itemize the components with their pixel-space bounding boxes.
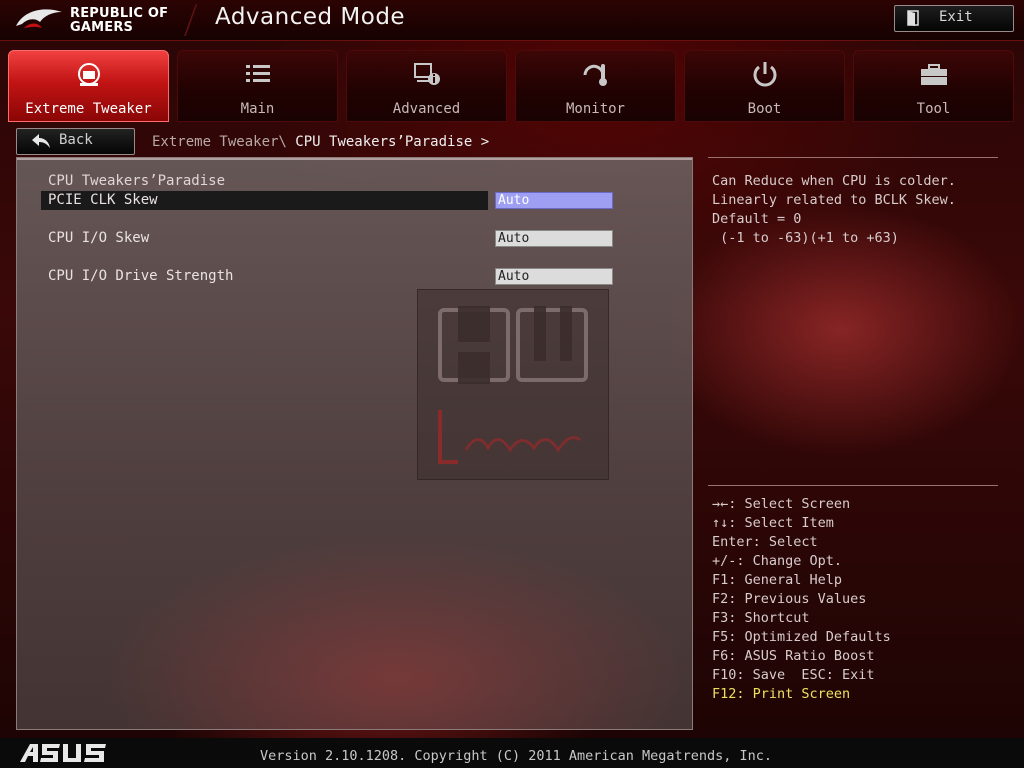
tab-label: Extreme Tweaker	[25, 101, 152, 117]
setting-row-pcie-clk-skew[interactable]: PCIE CLK Skew	[41, 191, 488, 210]
breadcrumb-parent[interactable]: Extreme Tweaker\	[152, 134, 295, 150]
watermark-logo-icon	[438, 306, 588, 464]
tab-label: Main	[240, 101, 275, 117]
tab-label: Monitor	[565, 101, 625, 117]
power-icon	[753, 62, 776, 87]
rog-brand-text: REPUBLIC OF GAMERS	[70, 7, 168, 35]
help-line: Linearly related to BCLK Skew.	[712, 192, 956, 208]
header-divider	[184, 4, 198, 36]
header-bar: REPUBLIC OF GAMERS Advanced Mode Exit	[0, 0, 1024, 41]
key-hint: +/-: Change Opt.	[712, 553, 843, 569]
tab-label: Tool	[916, 101, 951, 117]
setting-row-cpu-io-skew[interactable]: CPU I/O Skew	[41, 229, 488, 248]
cpu-io-skew-value[interactable]: Auto	[495, 230, 613, 247]
tab-boot[interactable]: Boot	[684, 50, 845, 122]
pcie-clk-skew-value[interactable]: Auto	[495, 192, 613, 209]
tab-label: Advanced	[392, 101, 461, 117]
key-hint: ↑↓: Select Item	[712, 515, 834, 531]
keys-top-divider	[708, 485, 998, 486]
key-hint: F3: Shortcut	[712, 610, 810, 626]
breadcrumb: Extreme Tweaker\ CPU Tweakers’Paradise >	[152, 134, 489, 150]
monitor-icon	[583, 64, 607, 86]
tab-main[interactable]: Main	[177, 50, 338, 122]
advanced-icon	[413, 63, 440, 85]
tab-tool[interactable]: Tool	[853, 50, 1014, 122]
setting-label: PCIE CLK Skew	[48, 192, 158, 208]
key-hint-print-screen: F12: Print Screen	[712, 686, 851, 702]
help-top-divider	[708, 157, 998, 158]
rog-logo: REPUBLIC OF GAMERS	[14, 4, 184, 36]
page-title: Advanced Mode	[215, 4, 406, 30]
exit-door-icon	[907, 10, 919, 26]
key-hint: F6: ASUS Ratio Boost	[712, 648, 875, 664]
tab-label: Boot	[747, 101, 782, 117]
section-title: CPU Tweakers’Paradise	[48, 173, 226, 189]
key-hint: F1: General Help	[712, 572, 843, 588]
toolbox-icon	[920, 64, 947, 85]
help-description: Can Reduce when CPU is colder. Linearly r…	[712, 172, 956, 248]
exit-button[interactable]: Exit	[894, 5, 1014, 32]
list-icon	[245, 65, 270, 82]
setting-label: CPU I/O Skew	[48, 230, 150, 246]
breadcrumb-current: CPU Tweakers’Paradise >	[295, 134, 490, 150]
tab-extreme-tweaker[interactable]: Extreme Tweaker	[8, 50, 169, 122]
brand-line2: GAMERS	[70, 20, 134, 35]
footer-bar: Version 2.10.1208. Copyright (C) 2011 Am…	[0, 738, 1024, 768]
exit-label: Exit	[939, 9, 973, 25]
key-hint: →←: Select Screen	[712, 496, 851, 512]
back-arrow-icon	[32, 134, 50, 148]
key-hint: F10: Save ESC: Exit	[712, 667, 875, 683]
setting-row-cpu-io-drive-strength[interactable]: CPU I/O Drive Strength	[41, 267, 488, 286]
tweaker-icon	[77, 63, 100, 86]
version-text: Version 2.10.1208. Copyright (C) 2011 Am…	[260, 748, 773, 764]
back-label: Back	[59, 132, 93, 148]
tab-advanced[interactable]: Advanced	[346, 50, 507, 122]
help-line: (-1 to -63)(+1 to +63)	[712, 230, 899, 246]
asus-logo	[20, 744, 106, 762]
rog-eye-icon	[16, 9, 62, 28]
key-hint: F5: Optimized Defaults	[712, 629, 891, 645]
panel-top-border	[17, 158, 692, 160]
help-line: Can Reduce when CPU is colder.	[712, 173, 956, 189]
tab-bar: Extreme Tweaker Main Advanced Monitor Bo…	[8, 50, 1016, 122]
setting-label: CPU I/O Drive Strength	[48, 268, 234, 284]
key-hint: F2: Previous Values	[712, 591, 867, 607]
key-legend: →←: Select Screen ↑↓: Select Item Enter: S…	[712, 495, 891, 704]
brand-line1: REPUBLIC OF	[70, 6, 169, 21]
back-button[interactable]: Back	[16, 128, 135, 155]
key-hint: Enter: Select	[712, 534, 818, 550]
tab-monitor[interactable]: Monitor	[515, 50, 676, 122]
cpu-io-drive-strength-value[interactable]: Auto	[495, 268, 613, 285]
help-line: Default = 0	[712, 211, 802, 227]
hwlegend-watermark	[417, 289, 609, 480]
